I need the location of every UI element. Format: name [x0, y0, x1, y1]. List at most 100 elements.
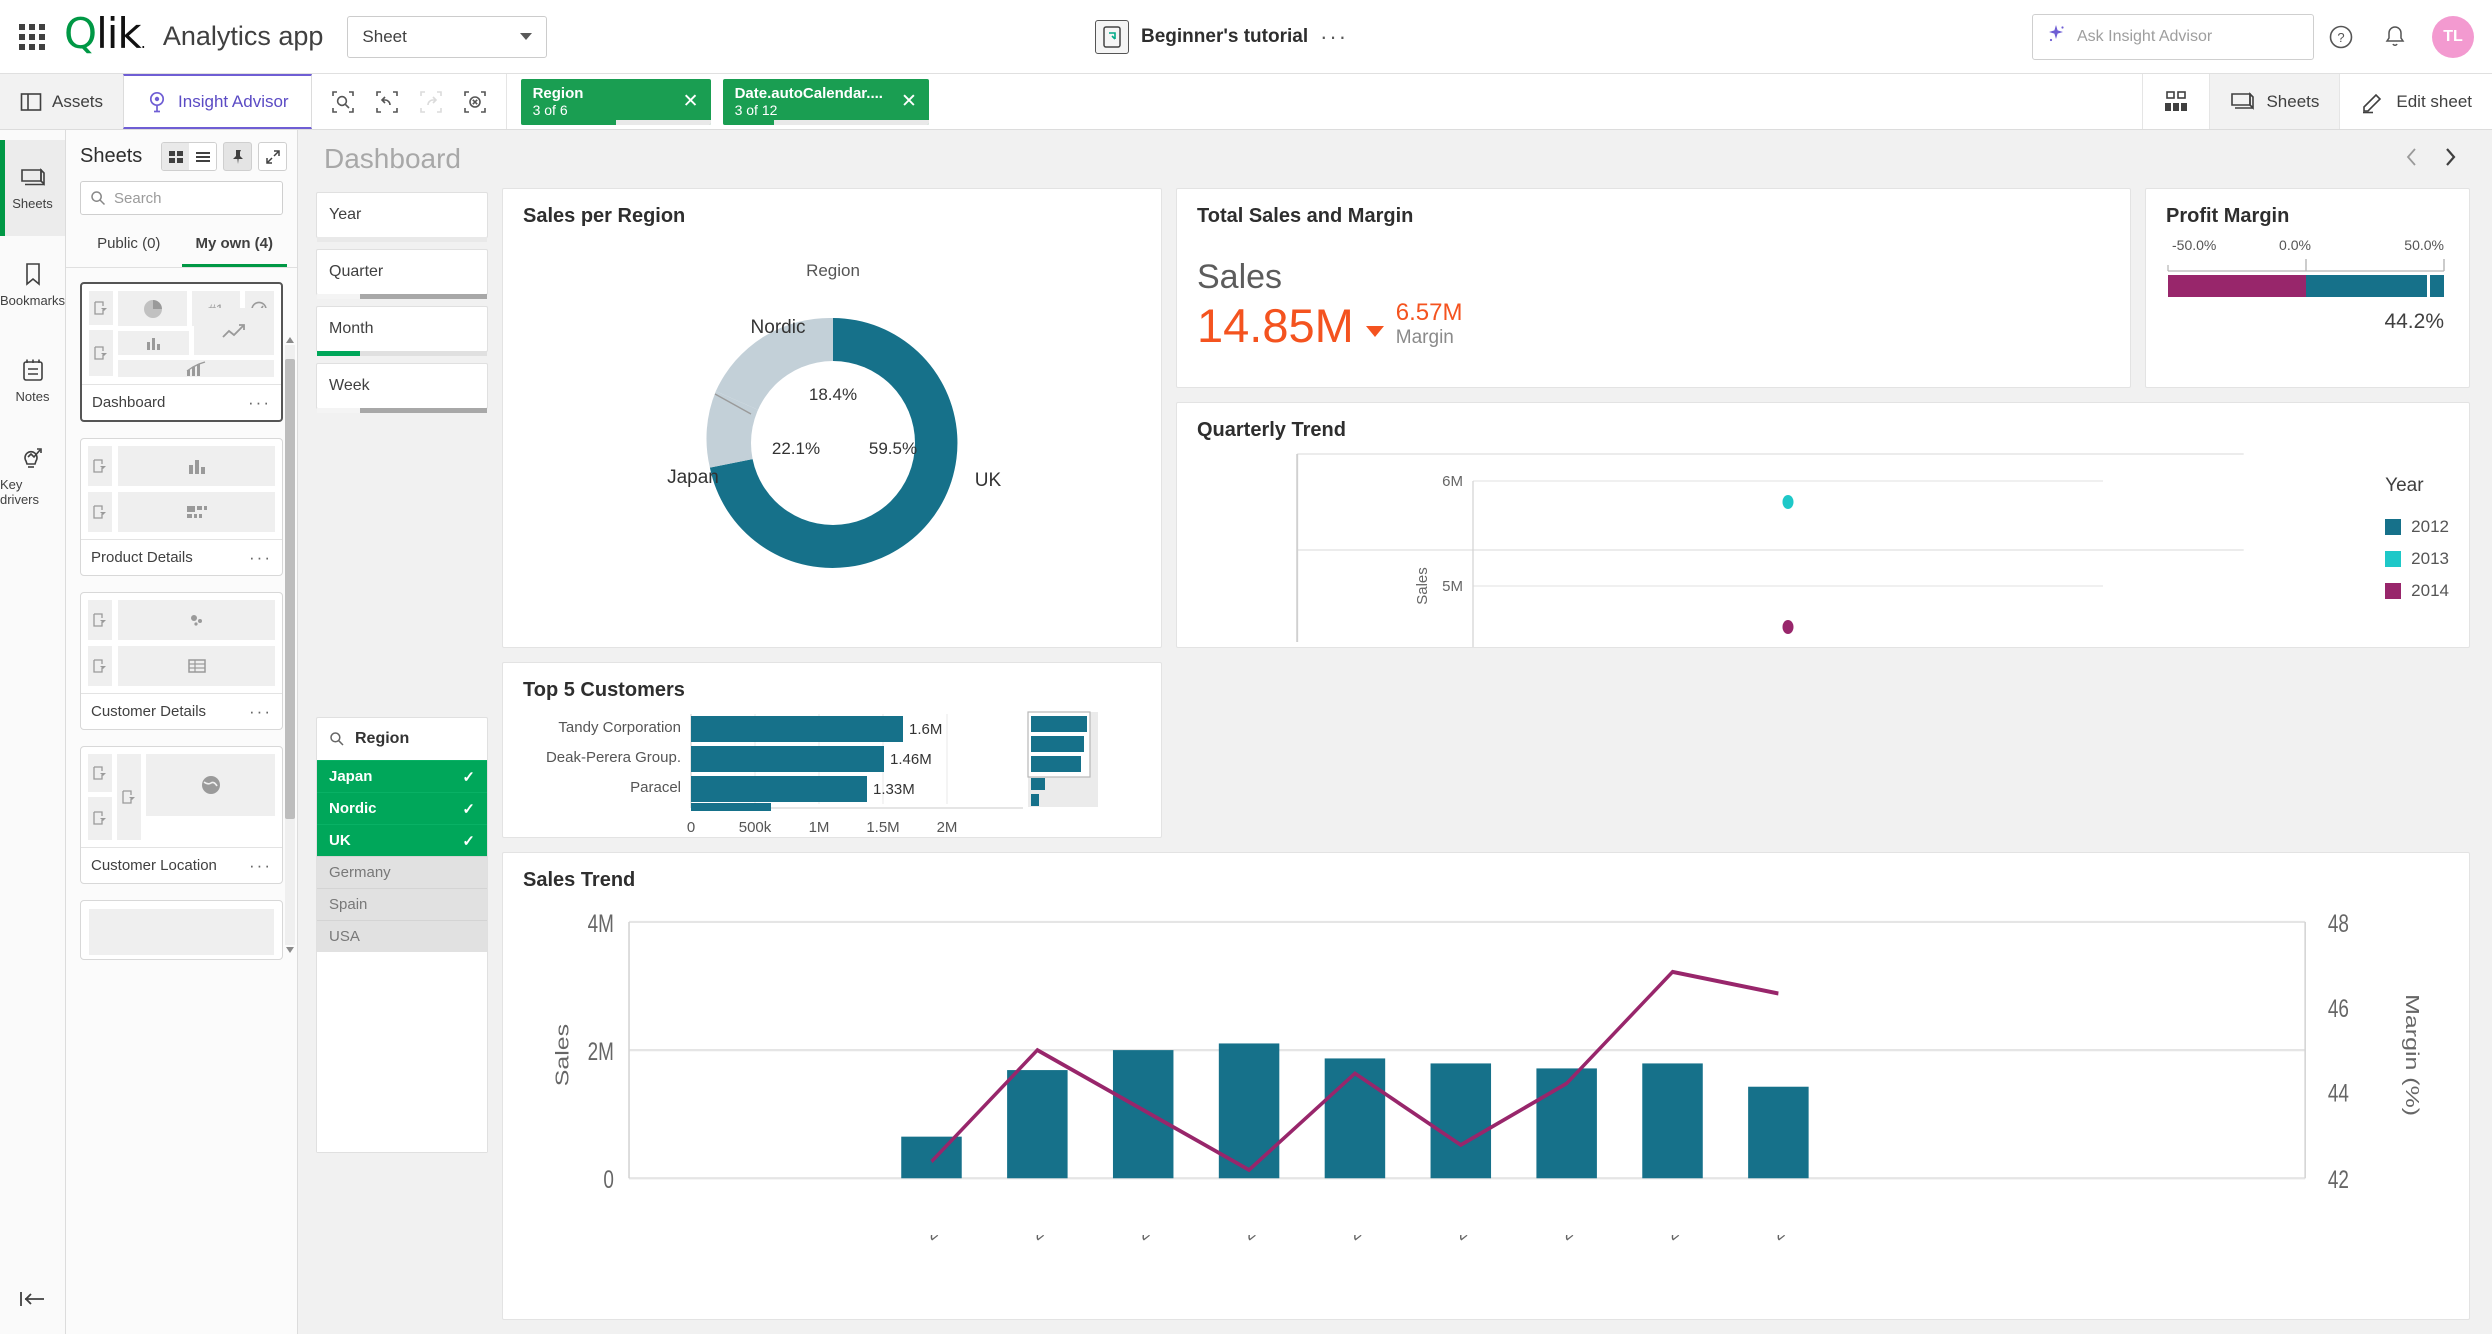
filter-label: Month	[329, 320, 374, 337]
chart-quarterly-trend[interactable]: Quarterly Trend 6M 5M 4M Sales Q1 Year 2…	[1176, 402, 2470, 648]
tutorial-more-button[interactable]: ···	[1320, 24, 1348, 50]
tab-public[interactable]: Public (0)	[76, 225, 182, 267]
x-tick-0: 0	[687, 819, 695, 836]
donut-value-nordic: 18.4%	[809, 385, 857, 404]
scatter-point-2014	[1782, 620, 1794, 634]
assets-button[interactable]: Assets	[0, 74, 124, 129]
donut-value-japan: 22.1%	[772, 439, 820, 458]
sheet-more-button[interactable]: ···	[249, 702, 272, 722]
list-view-icon[interactable]	[189, 143, 216, 170]
listbox-header[interactable]: Region	[317, 718, 487, 760]
sheet-header: Dashboard	[298, 130, 2492, 188]
legend-item-2014[interactable]: 2014	[2385, 575, 2449, 607]
sidebar-item-sheets[interactable]: Sheets	[0, 140, 65, 236]
search-placeholder: Search	[114, 189, 162, 207]
filter-state-bar	[317, 351, 487, 356]
listbox-item-japan[interactable]: Japan ✓	[317, 760, 487, 792]
chip-progress	[520, 119, 711, 125]
sheet-selector[interactable]: Sheet	[347, 15, 548, 58]
sheet-card-customer-details[interactable]: Customer Details ···	[80, 592, 283, 730]
donut-label-nordic: Nordic	[751, 317, 806, 338]
filter-month[interactable]: Month	[316, 306, 488, 356]
chip-field-name: Region	[532, 84, 584, 102]
notifications-icon[interactable]	[2368, 10, 2422, 64]
edit-sheet-button[interactable]: Edit sheet	[2339, 74, 2492, 129]
chevron-left-icon[interactable]	[2402, 146, 2422, 173]
sheet-area: Dashboard Year Quarter Month Week Region…	[298, 130, 2492, 1334]
expand-icon[interactable]	[258, 142, 287, 171]
filter-quarter[interactable]: Quarter	[316, 249, 488, 299]
legend-item-2013[interactable]: 2013	[2385, 543, 2449, 575]
bar-2014-feb	[1642, 1063, 1703, 1179]
sheet-card-product-details[interactable]: Product Details ···	[80, 438, 283, 576]
sidebar-item-key-drivers[interactable]: Key drivers	[0, 428, 65, 524]
x-tick-15m: 1.5M	[866, 819, 899, 836]
legend-marker	[2385, 551, 2402, 567]
sheet-card-customer-location[interactable]: Customer Location ···	[80, 746, 283, 884]
legend-label: 2012	[2411, 517, 2449, 536]
x-tick-1m: 1M	[809, 819, 830, 836]
filter-week[interactable]: Week	[316, 363, 488, 413]
help-icon[interactable]: ?	[2314, 10, 2368, 64]
chip-count: 3 of 6	[532, 102, 568, 119]
sheet-grid-button[interactable]	[2142, 74, 2209, 129]
chart-total-sales-and-margin[interactable]: Total Sales and Margin Sales 14.85M 6.57…	[1176, 188, 2131, 388]
close-icon[interactable]: ✕	[883, 90, 917, 113]
selection-search-icon[interactable]	[324, 83, 362, 121]
bar-partial	[691, 803, 771, 811]
legend-item-2012[interactable]: 2012	[2385, 511, 2449, 543]
chevron-right-icon[interactable]	[2440, 146, 2460, 173]
charts-row-1: Sales per Region Region Nordic Japan UK …	[502, 188, 2470, 648]
x-tick-2013-jan: 2013-Jan	[1237, 1235, 1308, 1243]
app-launcher-icon[interactable]	[0, 23, 64, 50]
gauge-value-label: 44.2%	[2384, 310, 2444, 333]
avatar[interactable]: TL	[2432, 15, 2474, 58]
pin-icon[interactable]	[223, 142, 252, 171]
selection-chip-region[interactable]: Region 3 of 6 ✕	[520, 78, 711, 125]
chart-profit-margin[interactable]: Profit Margin -50.0% 0.0% 50.0% 44.2%	[2145, 188, 2470, 388]
sidebar-item-label: Bookmarks	[0, 292, 66, 308]
chart-sales-per-region[interactable]: Sales per Region Region Nordic Japan UK …	[502, 188, 1162, 648]
listbox-item-spain[interactable]: Spain	[317, 888, 487, 920]
sheet-card-name: Customer Location ···	[81, 847, 282, 883]
kpi-values: 14.85M 6.57M Margin	[1177, 299, 2130, 349]
close-icon[interactable]: ✕	[665, 90, 699, 113]
sidebar-item-notes[interactable]: Notes	[0, 332, 65, 428]
filter-year[interactable]: Year	[316, 192, 488, 242]
sidebar-item-bookmarks[interactable]: Bookmarks	[0, 236, 65, 332]
listbox-item-usa[interactable]: USA	[317, 920, 487, 952]
bullet-gauge: -50.0% 0.0% 50.0% 44.2%	[2167, 237, 2445, 333]
clear-selections-icon[interactable]	[456, 83, 494, 121]
sheet-card-partial[interactable]	[80, 900, 283, 960]
sheet-more-button[interactable]: ···	[249, 856, 272, 876]
filter-state-bar	[317, 408, 487, 413]
sheets-panel-scrollbar[interactable]	[285, 337, 295, 953]
collapse-left-icon[interactable]	[0, 1264, 65, 1334]
tutorial-icon	[1095, 20, 1129, 54]
scroll-down-arrow[interactable]	[285, 943, 295, 957]
chart-title: Quarterly Trend	[1197, 419, 1346, 441]
listbox-item-uk[interactable]: UK ✓	[317, 824, 487, 856]
insight-advisor-placeholder: Ask Insight Advisor	[2077, 27, 2213, 45]
selection-chip-date[interactable]: Date.autoCalendar.... 3 of 12 ✕	[722, 78, 929, 125]
donut-label-japan: Japan	[667, 467, 719, 488]
chart-sales-trend[interactable]: Sales Trend 4M 2M 0 Sales 48 46 44 42 Ma…	[502, 852, 2470, 1320]
insight-advisor-tab[interactable]: Insight Advisor	[123, 74, 312, 129]
grid-view-icon[interactable]	[162, 143, 189, 170]
sheets-button[interactable]: Sheets	[2209, 74, 2340, 129]
gauge-segment-negative	[2168, 275, 2306, 297]
sheet-more-button[interactable]: ···	[248, 393, 271, 413]
scrollbar-thumb[interactable]	[285, 359, 295, 819]
insight-advisor-search[interactable]: Ask Insight Advisor	[2032, 13, 2314, 60]
scroll-up-arrow[interactable]	[285, 333, 295, 347]
step-back-icon[interactable]	[368, 83, 406, 121]
listbox-item-nordic[interactable]: Nordic ✓	[317, 792, 487, 824]
search-input[interactable]: Search	[80, 181, 283, 215]
bar-cat-deak: Deak-Perera Group.	[546, 749, 681, 766]
tutorial-title: Beginner's tutorial	[1141, 26, 1309, 47]
listbox-item-germany[interactable]: Germany	[317, 856, 487, 888]
sheet-card-dashboard[interactable]: #1 Dashboard ···	[80, 282, 283, 422]
sheet-more-button[interactable]: ···	[249, 548, 272, 568]
tab-my-own[interactable]: My own (4)	[181, 225, 287, 267]
chart-top-5-customers[interactable]: Top 5 Customers Tandy Corporation Deak-P…	[502, 662, 1162, 838]
